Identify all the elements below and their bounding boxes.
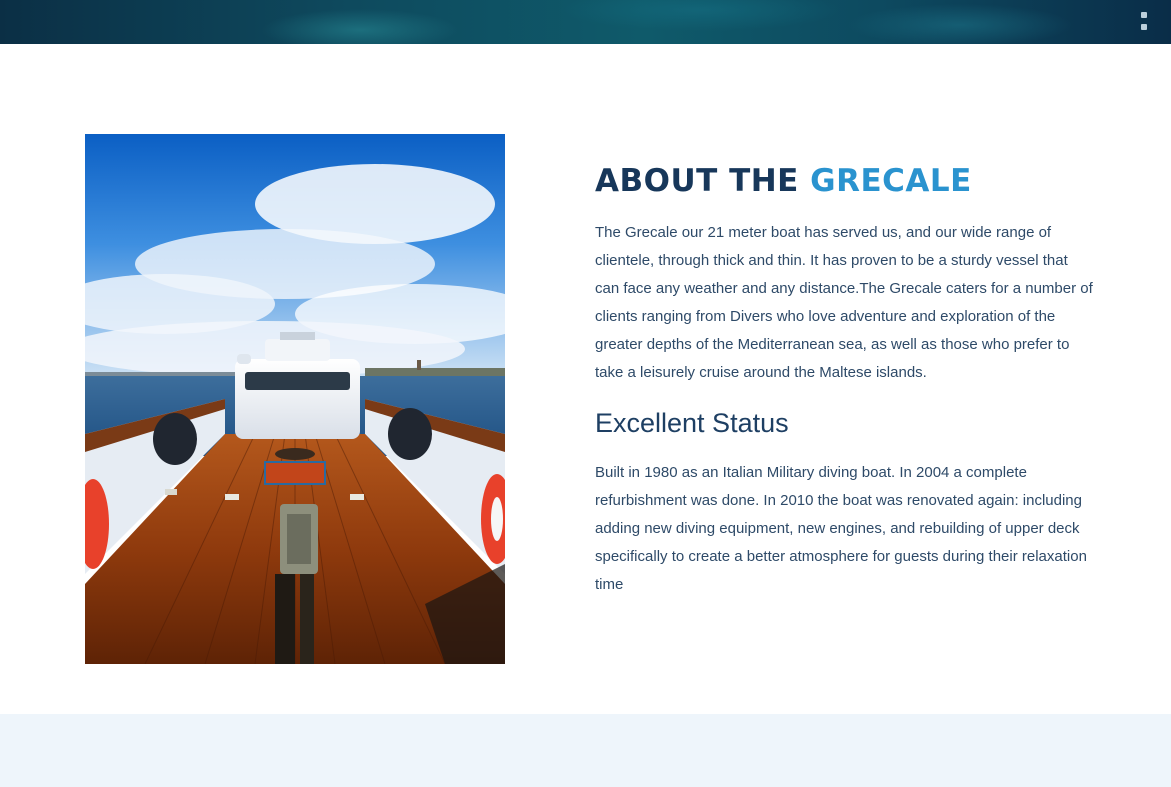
hero-banner <box>0 0 1171 44</box>
status-heading: Excellent Status <box>595 408 789 438</box>
about-title: ABOUT THE GRECALE <box>595 161 1095 201</box>
hero-dot <box>1141 24 1147 30</box>
about-content: ABOUT THE GRECALE The Grecale our 21 met… <box>595 161 1095 599</box>
about-paragraph: The Grecale our 21 meter boat has served… <box>595 224 1093 381</box>
status-paragraph: Built in 1980 as an Italian Military div… <box>595 464 1087 593</box>
about-title-prefix: ABOUT THE <box>595 163 811 199</box>
about-title-accent: GRECALE <box>810 163 972 199</box>
boat-deck-photo <box>85 134 505 664</box>
next-section-band <box>0 714 1171 787</box>
boat-deck-image <box>85 134 505 664</box>
hero-dot <box>1141 12 1147 18</box>
about-section: ABOUT THE GRECALE The Grecale our 21 met… <box>0 44 1171 714</box>
page: ABOUT THE GRECALE The Grecale our 21 met… <box>0 0 1171 787</box>
